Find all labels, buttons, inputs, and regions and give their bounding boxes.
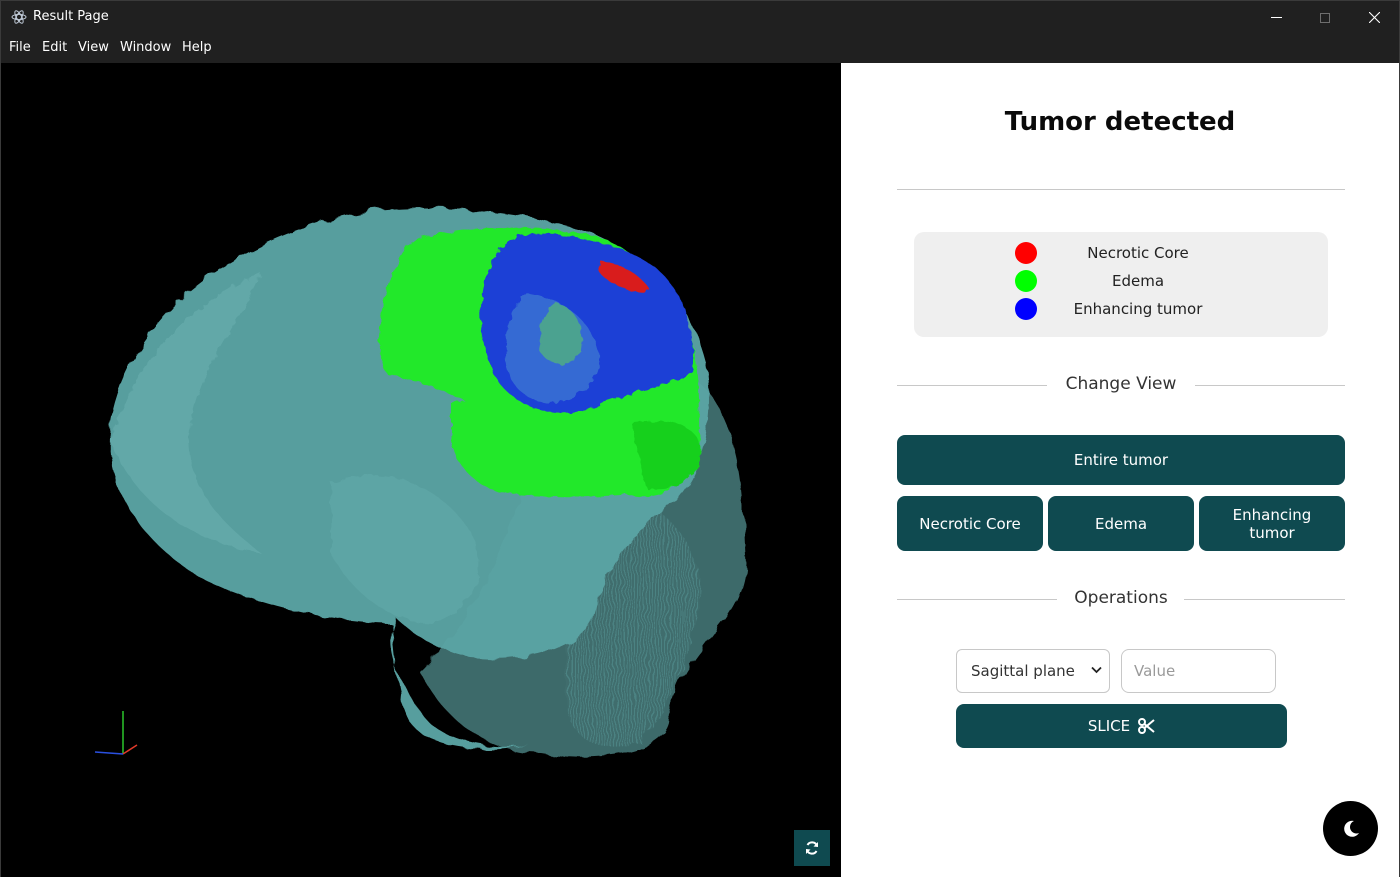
menu-help[interactable]: Help bbox=[182, 40, 212, 55]
app-window: Result Page File Edit View Window Help T… bbox=[0, 0, 1400, 877]
maximize-button[interactable] bbox=[1301, 1, 1349, 34]
edema-dot-icon bbox=[1015, 270, 1037, 292]
enhancing-dot-icon bbox=[1015, 298, 1037, 320]
window-title: Result Page bbox=[33, 9, 109, 24]
menu-bar: File Edit View Window Help bbox=[1, 34, 1399, 62]
maximize-icon bbox=[1320, 12, 1330, 23]
minimize-icon bbox=[1270, 17, 1282, 18]
menu-view[interactable]: View bbox=[78, 40, 109, 55]
title-bar: Result Page bbox=[1, 1, 1399, 34]
plane-select[interactable]: Sagittal plane bbox=[956, 649, 1110, 693]
close-button[interactable] bbox=[1350, 1, 1398, 34]
app-icon bbox=[11, 10, 27, 24]
legend-item: Enhancing tumor bbox=[914, 298, 1328, 322]
divider bbox=[897, 189, 1345, 190]
operations-heading: Operations bbox=[897, 588, 1345, 612]
moon-icon bbox=[1343, 820, 1359, 837]
refresh-icon bbox=[806, 841, 818, 855]
legend-label: Enhancing tumor bbox=[1073, 300, 1203, 318]
plane-select-value: Sagittal plane bbox=[971, 662, 1075, 680]
legend-label: Necrotic Core bbox=[1087, 244, 1189, 262]
xyz-axes-icon bbox=[94, 711, 138, 755]
chevron-down-icon bbox=[1091, 666, 1102, 674]
change-view-heading: Change View bbox=[897, 374, 1345, 398]
3d-viewport[interactable] bbox=[1, 63, 841, 877]
brain-3d-render[interactable] bbox=[1, 63, 841, 877]
menu-edit[interactable]: Edit bbox=[42, 40, 67, 55]
close-icon bbox=[1368, 12, 1380, 23]
minimize-button[interactable] bbox=[1252, 1, 1300, 34]
section-title: Operations bbox=[1074, 588, 1168, 608]
legend-label: Edema bbox=[1111, 272, 1165, 290]
slice-value-input[interactable] bbox=[1121, 649, 1276, 693]
legend-item: Edema bbox=[914, 270, 1328, 294]
necrotic-core-button[interactable]: Necrotic Core bbox=[897, 496, 1043, 551]
slice-button[interactable]: SLICE bbox=[956, 704, 1287, 748]
enhancing-tumor-button[interactable]: Enhancing tumor bbox=[1199, 496, 1345, 551]
scissors-icon bbox=[1138, 718, 1155, 734]
status-title: Tumor detected bbox=[1004, 107, 1236, 137]
entire-tumor-button[interactable]: Entire tumor bbox=[897, 435, 1345, 485]
legend-item: Necrotic Core bbox=[914, 242, 1328, 266]
section-title: Change View bbox=[1065, 374, 1177, 394]
reset-view-button[interactable] bbox=[794, 830, 830, 866]
edema-button[interactable]: Edema bbox=[1048, 496, 1194, 551]
result-panel: Tumor detected Necrotic Core Edema Enhan… bbox=[841, 63, 1399, 877]
menu-window[interactable]: Window bbox=[120, 40, 171, 55]
slice-label: SLICE bbox=[1087, 717, 1131, 735]
menu-file[interactable]: File bbox=[9, 40, 31, 55]
dark-mode-toggle[interactable] bbox=[1323, 801, 1378, 856]
tumor-legend: Necrotic Core Edema Enhancing tumor bbox=[914, 232, 1328, 337]
necrotic-dot-icon bbox=[1015, 242, 1037, 264]
